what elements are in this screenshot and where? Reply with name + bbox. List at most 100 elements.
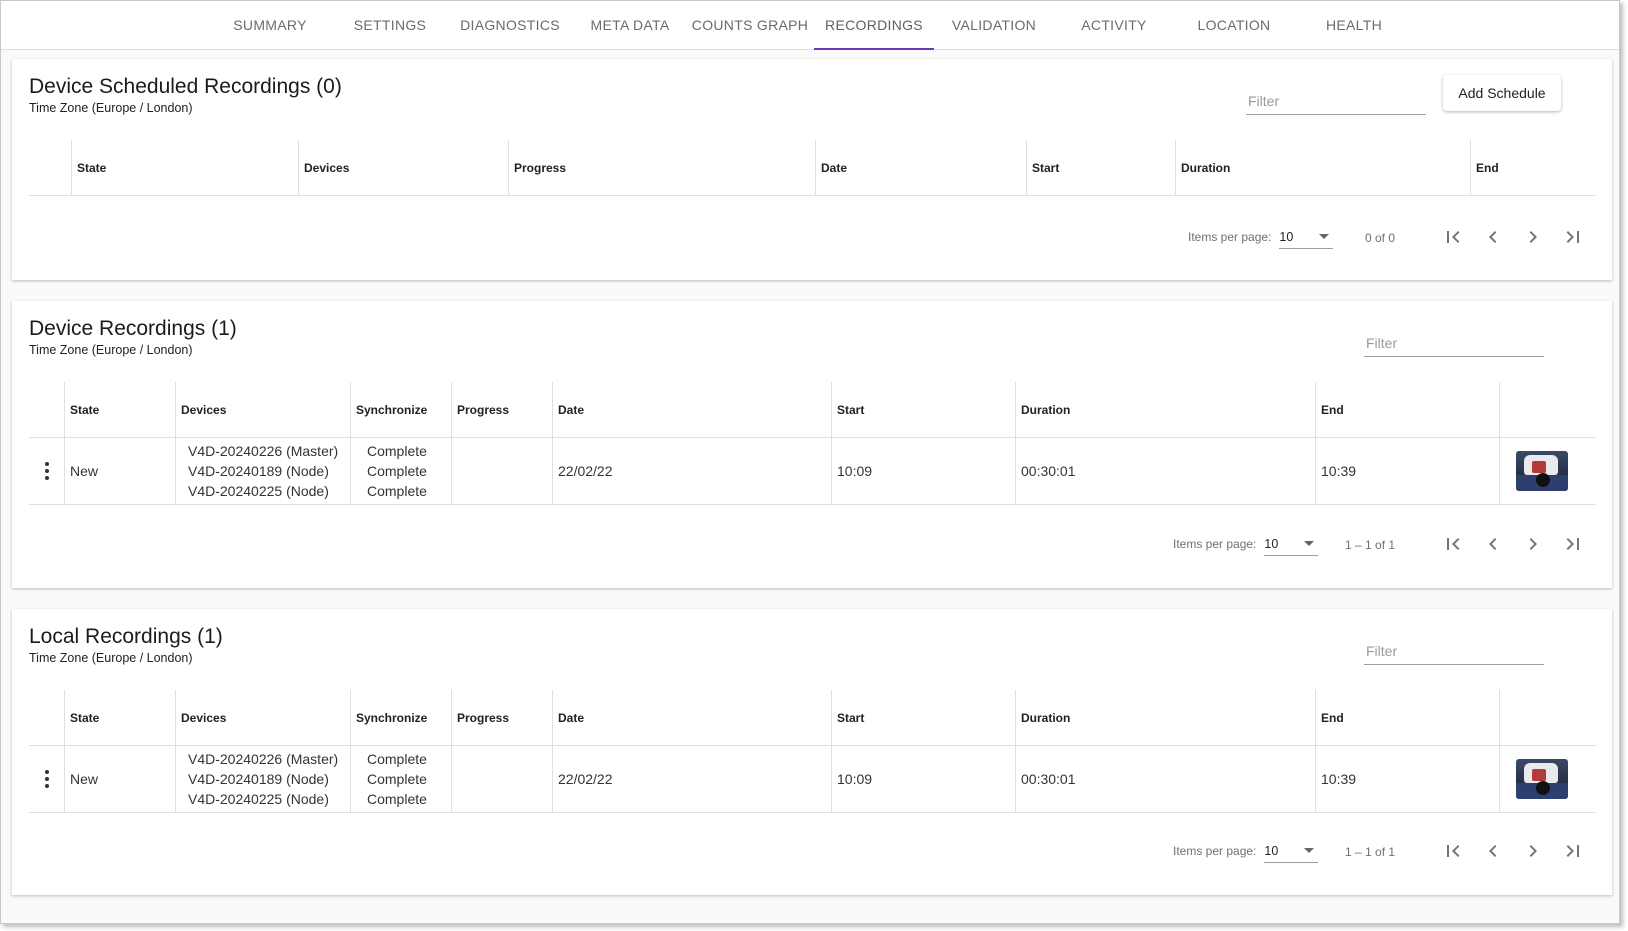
tab-summary[interactable]: SUMMARY (210, 1, 330, 49)
tab-validation[interactable]: VALIDATION (934, 1, 1054, 49)
page-range: 1 – 1 of 1 (1345, 538, 1396, 552)
column-header[interactable]: Start (831, 690, 1015, 745)
local-recordings-table: State Devices Synchronize Progress Date … (29, 690, 1596, 813)
tab-location[interactable]: LOCATION (1174, 1, 1294, 49)
column-header[interactable]: Synchronize (350, 690, 451, 745)
table-header: State Devices Synchronize Progress Date … (29, 690, 1596, 746)
column-header[interactable]: Progress (451, 382, 552, 437)
add-schedule-button[interactable]: Add Schedule (1443, 75, 1561, 111)
select-column-header (29, 140, 71, 195)
column-header[interactable]: End (1470, 140, 1596, 195)
card-title: Device Recordings (1) (29, 317, 237, 340)
chevron-left-icon[interactable] (1481, 225, 1505, 249)
card-title: Local Recordings (1) (29, 625, 223, 648)
column-header[interactable]: State (64, 690, 175, 745)
last-page-icon[interactable] (1561, 532, 1585, 556)
tab-activity[interactable]: ACTIVITY (1054, 1, 1174, 49)
page-size-select[interactable]: 10 (1279, 226, 1334, 249)
actions-column-header (29, 690, 64, 745)
column-header[interactable]: Progress (508, 140, 815, 195)
tab-health[interactable]: HEALTH (1294, 1, 1414, 49)
chevron-left-icon[interactable] (1481, 532, 1505, 556)
chevron-left-icon[interactable] (1481, 839, 1505, 863)
tab-recordings[interactable]: RECORDINGS (814, 1, 934, 50)
page-size-select[interactable]: 10 (1264, 840, 1319, 863)
device-name: V4D-20240189 (Node) (188, 463, 329, 479)
start-cell: 10:09 (831, 438, 1015, 504)
page-size-select[interactable]: 10 (1264, 533, 1319, 556)
chevron-right-icon[interactable] (1521, 839, 1545, 863)
date-cell: 22/02/22 (552, 746, 831, 812)
column-header[interactable]: End (1315, 382, 1499, 437)
caret-down-icon (1304, 848, 1315, 853)
state-cell: New (64, 438, 175, 504)
tab-settings[interactable]: SETTINGS (330, 1, 450, 49)
progress-cell (451, 746, 552, 812)
column-header[interactable]: Duration (1175, 140, 1470, 195)
first-page-icon[interactable] (1441, 225, 1465, 249)
progress-cell (451, 438, 552, 504)
tab-meta-data[interactable]: META DATA (570, 1, 690, 49)
devices-cell: V4D-20240226 (Master) V4D-20240189 (Node… (175, 746, 350, 812)
column-header[interactable]: Synchronize (350, 382, 451, 437)
column-header[interactable]: State (64, 382, 175, 437)
more-vert-icon[interactable] (39, 766, 55, 792)
video-thumbnail[interactable] (1516, 759, 1568, 799)
column-header[interactable]: End (1315, 690, 1499, 745)
timezone-label: Time Zone (Europe / London) (29, 343, 193, 357)
first-page-icon[interactable] (1441, 839, 1465, 863)
column-header[interactable]: Duration (1015, 690, 1315, 745)
filter-input[interactable]: Filter (1364, 637, 1544, 665)
column-header[interactable]: State (71, 140, 298, 195)
device-recordings-table: State Devices Synchronize Progress Date … (29, 382, 1596, 505)
chevron-right-icon[interactable] (1521, 225, 1545, 249)
column-header[interactable]: Date (552, 690, 831, 745)
date-cell: 22/02/22 (552, 438, 831, 504)
column-header[interactable]: Duration (1015, 382, 1315, 437)
filter-input[interactable]: Filter (1246, 87, 1426, 115)
tab-counts-graph[interactable]: COUNTS GRAPH (690, 1, 810, 49)
chevron-right-icon[interactable] (1521, 532, 1545, 556)
column-header[interactable]: Devices (298, 140, 508, 195)
column-header[interactable]: Progress (451, 690, 552, 745)
tab-diagnostics[interactable]: DIAGNOSTICS (450, 1, 570, 49)
table-row[interactable]: New V4D-20240226 (Master) V4D-20240189 (… (29, 438, 1596, 505)
page-size-value: 10 (1264, 843, 1279, 858)
last-page-icon[interactable] (1561, 225, 1585, 249)
thumbnail-column-header (1499, 690, 1596, 745)
timezone-label: Time Zone (Europe / London) (29, 651, 193, 665)
column-header[interactable]: Devices (175, 690, 350, 745)
video-thumbnail[interactable] (1516, 451, 1568, 491)
more-vert-icon[interactable] (39, 458, 55, 484)
first-page-icon[interactable] (1441, 532, 1465, 556)
local-recordings-card: Local Recordings (1) Time Zone (Europe /… (12, 609, 1612, 895)
table-row[interactable]: New V4D-20240226 (Master) V4D-20240189 (… (29, 746, 1596, 813)
column-header[interactable]: Date (552, 382, 831, 437)
page-range: 1 – 1 of 1 (1345, 845, 1396, 859)
caret-down-icon (1304, 541, 1315, 546)
device-name: V4D-20240225 (Node) (188, 791, 329, 807)
thumbnail-cell (1499, 746, 1596, 812)
card-title: Device Scheduled Recordings (0) (29, 75, 342, 98)
sync-status: Complete (367, 483, 427, 499)
synchronize-cell: Complete Complete Complete (350, 438, 451, 504)
column-header[interactable]: Date (815, 140, 1026, 195)
filter-input[interactable]: Filter (1364, 329, 1544, 357)
sync-status: Complete (367, 791, 427, 807)
page-range: 0 of 0 (1365, 231, 1396, 245)
column-header[interactable]: Start (831, 382, 1015, 437)
column-header[interactable]: Start (1026, 140, 1175, 195)
synchronize-cell: Complete Complete Complete (350, 746, 451, 812)
items-per-page-label: Items per page: (1173, 844, 1257, 858)
items-per-page-label: Items per page: (1173, 537, 1257, 551)
scheduled-table: State Devices Progress Date Start Durati… (29, 140, 1596, 196)
scheduled-recordings-card: Device Scheduled Recordings (0) Time Zon… (12, 59, 1612, 280)
table-header: State Devices Progress Date Start Durati… (29, 140, 1596, 196)
start-cell: 10:09 (831, 746, 1015, 812)
paginator: Items per page: 10 (1173, 524, 1319, 564)
row-actions-cell (29, 746, 64, 812)
device-recordings-card: Device Recordings (1) Time Zone (Europe … (12, 301, 1612, 588)
paginator: Items per page: 10 (1188, 217, 1334, 257)
column-header[interactable]: Devices (175, 382, 350, 437)
last-page-icon[interactable] (1561, 839, 1585, 863)
